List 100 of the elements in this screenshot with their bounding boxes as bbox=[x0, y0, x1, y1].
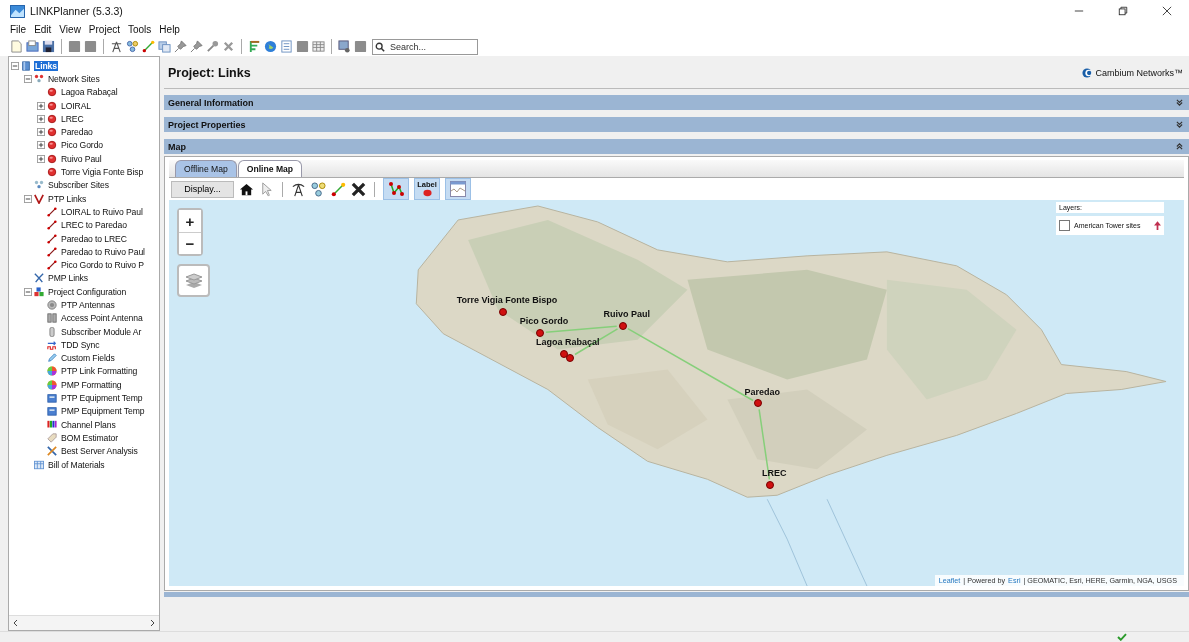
tree-item[interactable]: Bill of Materials bbox=[47, 459, 106, 470]
tree-item[interactable]: PMP Formatting bbox=[60, 379, 123, 390]
scroll-right-icon[interactable] bbox=[148, 619, 156, 627]
tower-icon[interactable] bbox=[291, 181, 306, 197]
home-icon[interactable] bbox=[239, 181, 254, 197]
module-icon bbox=[47, 326, 57, 337]
copy-icon[interactable] bbox=[158, 40, 171, 53]
tree-item[interactable]: PMP Links bbox=[47, 273, 90, 284]
tree-item[interactable]: Paredao to Ruivo Paul bbox=[60, 246, 146, 257]
search-icon bbox=[375, 41, 385, 52]
expand-toggle-icon[interactable] bbox=[37, 114, 45, 123]
site-icon bbox=[47, 140, 57, 151]
pmp-links-icon bbox=[34, 273, 44, 284]
site-marker-icon[interactable] bbox=[754, 399, 763, 408]
delete-icon[interactable] bbox=[351, 181, 366, 197]
tree-item[interactable]: Channel Plans bbox=[60, 419, 117, 430]
save-icon[interactable] bbox=[42, 40, 55, 53]
link-icon bbox=[47, 233, 57, 244]
globe-icon[interactable] bbox=[264, 40, 277, 53]
scroll-left-icon[interactable] bbox=[12, 619, 20, 627]
layers-button[interactable] bbox=[177, 264, 210, 297]
section-header[interactable]: General Information bbox=[164, 95, 1189, 110]
menu-item[interactable]: Project bbox=[88, 24, 120, 35]
collapse-toggle-icon[interactable] bbox=[24, 194, 32, 203]
arrow-up-icon[interactable] bbox=[1154, 221, 1161, 230]
menu-item[interactable]: Help bbox=[159, 24, 180, 35]
site-marker-icon[interactable] bbox=[499, 307, 507, 316]
notes-icon[interactable] bbox=[280, 40, 293, 53]
subscriber-sites-icon bbox=[34, 180, 44, 191]
site-marker-icon[interactable] bbox=[535, 328, 544, 337]
tab[interactable]: Online Map bbox=[237, 160, 303, 177]
tree-item[interactable]: Paredao to LREC bbox=[60, 233, 128, 244]
link-icon[interactable] bbox=[331, 181, 346, 197]
expand-toggle-icon[interactable] bbox=[37, 141, 45, 150]
tree-item[interactable]: Pico Gordo to Ruivo P bbox=[60, 260, 145, 271]
tree-item[interactable]: Best Server Analysis bbox=[60, 446, 139, 457]
sites-icon[interactable] bbox=[126, 40, 139, 53]
equipment-icon bbox=[47, 393, 57, 404]
menu-item[interactable]: Edit bbox=[34, 24, 52, 35]
tree-item[interactable]: LREC bbox=[60, 113, 85, 124]
tree-item[interactable]: Network Sites bbox=[47, 73, 101, 84]
tab[interactable]: Offline Map bbox=[175, 160, 237, 177]
tree-item[interactable]: Ruivo Paul bbox=[60, 153, 103, 164]
menu-item[interactable]: Tools bbox=[128, 24, 152, 35]
tree-item[interactable]: Custom Fields bbox=[60, 353, 116, 364]
tree-item[interactable]: PTP Links bbox=[47, 193, 88, 204]
site-marker-icon[interactable] bbox=[559, 349, 568, 358]
profile-toggle[interactable] bbox=[445, 178, 471, 200]
site-marker-icon[interactable] bbox=[766, 481, 775, 490]
tree-item[interactable]: Access Point Antenna bbox=[60, 313, 144, 324]
tree-item[interactable]: BOM Estimator bbox=[60, 432, 119, 443]
tree-item[interactable]: Lagoa Rabaçal bbox=[60, 87, 119, 98]
tree-item[interactable]: Paredao bbox=[60, 127, 94, 138]
site-marker-icon[interactable] bbox=[618, 321, 627, 330]
checkbox[interactable] bbox=[1059, 220, 1070, 231]
grid-icon[interactable] bbox=[312, 40, 325, 53]
tree-item[interactable]: PTP Antennas bbox=[60, 300, 116, 310]
pencil-icon bbox=[47, 353, 57, 364]
horizontal-scrollbar[interactable] bbox=[9, 615, 159, 630]
tree-item[interactable]: Project Configuration bbox=[47, 286, 128, 297]
logo-icon bbox=[1082, 68, 1093, 78]
restore-icon[interactable] bbox=[1118, 6, 1128, 16]
pushpin-icon[interactable] bbox=[174, 40, 187, 53]
collapse-toggle-icon[interactable] bbox=[24, 287, 32, 296]
tree-item[interactable]: LOIRAL bbox=[60, 100, 92, 111]
tree-item[interactable]: Torre Vigia Fonte Bisp bbox=[60, 167, 145, 177]
link-icon[interactable] bbox=[142, 40, 155, 53]
tree-item[interactable]: LREC to Paredao bbox=[60, 220, 128, 231]
collapse-toggle-icon[interactable] bbox=[24, 74, 32, 83]
report-icon[interactable] bbox=[338, 40, 351, 53]
expand-toggle-icon[interactable] bbox=[37, 128, 45, 137]
sites-icon[interactable] bbox=[311, 181, 326, 197]
site-marker-icon[interactable] bbox=[565, 353, 574, 362]
expand-toggle-icon[interactable] bbox=[37, 154, 45, 163]
pointer-icon[interactable] bbox=[259, 181, 274, 197]
section-header[interactable]: Map bbox=[164, 139, 1189, 154]
tree-item[interactable]: PTP Link Formatting bbox=[60, 366, 139, 377]
show-links-toggle[interactable] bbox=[383, 178, 409, 200]
expand-toggle-icon[interactable] bbox=[37, 101, 45, 110]
pushpin-icon[interactable] bbox=[190, 40, 203, 53]
display-button[interactable]: Display... bbox=[171, 180, 234, 198]
close-icon[interactable] bbox=[1162, 6, 1172, 16]
wrench-icon[interactable] bbox=[206, 40, 219, 53]
tree-item[interactable]: Subscriber Sites bbox=[47, 180, 110, 191]
open-file-icon[interactable] bbox=[26, 40, 39, 53]
section-header[interactable]: Project Properties bbox=[164, 117, 1189, 132]
tower-icon[interactable] bbox=[110, 40, 123, 53]
tree-item[interactable]: PTP Equipment Temp bbox=[60, 393, 144, 404]
tree-item[interactable]: PMP Equipment Temp bbox=[60, 406, 146, 417]
tree-item[interactable]: Links bbox=[34, 60, 58, 71]
zoom-button[interactable]: − bbox=[179, 232, 201, 254]
tree-item[interactable]: LOIRAL to Ruivo Paul bbox=[60, 206, 144, 217]
tree-item[interactable]: Pico Gordo bbox=[60, 140, 104, 151]
tree-item[interactable]: Subscriber Module Ar bbox=[60, 326, 143, 337]
menu-item[interactable]: View bbox=[59, 24, 81, 35]
search-field[interactable]: Search... bbox=[372, 38, 478, 55]
tree-item[interactable]: TDD Sync bbox=[60, 339, 101, 350]
flag-icon[interactable] bbox=[248, 40, 261, 53]
collapse-toggle-icon[interactable] bbox=[11, 61, 19, 70]
menu-item[interactable]: File bbox=[10, 24, 27, 35]
